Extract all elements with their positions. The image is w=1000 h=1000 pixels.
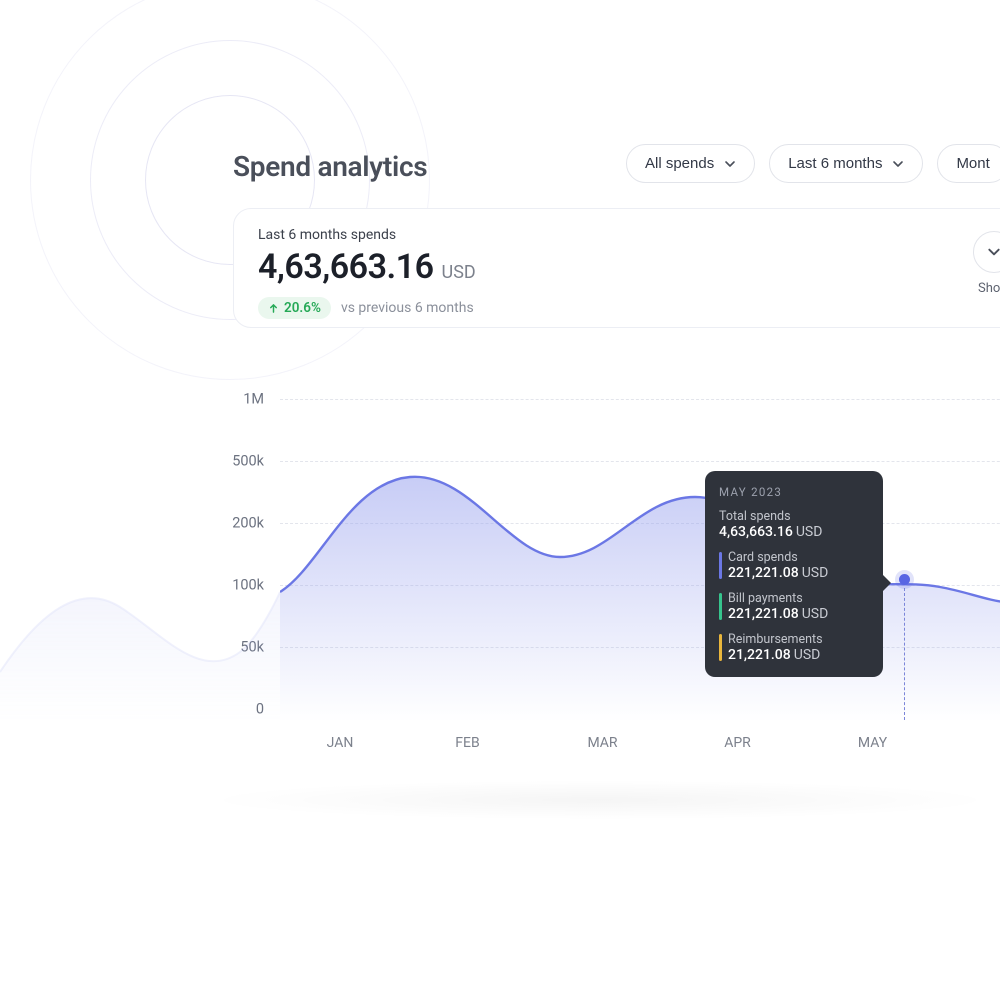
show-toggle-button[interactable]	[973, 231, 1000, 273]
tooltip-row-value: 21,221.08	[728, 647, 791, 663]
arrow-up-icon	[268, 303, 279, 314]
tooltip-total-currency: USD	[796, 524, 823, 540]
filter-range[interactable]: Last 6 months	[769, 144, 923, 183]
tooltip-row-currency: USD	[802, 565, 829, 581]
chart-tooltip: MAY 2023 Total spends 4,63,663.16USD Car…	[705, 471, 883, 677]
tooltip-row-currency: USD	[794, 647, 821, 663]
y-tick: 1M	[243, 391, 268, 408]
y-tick: 200k	[232, 515, 268, 532]
area-series	[280, 382, 1000, 722]
tooltip-row-value: 221,221.08	[728, 606, 799, 622]
tooltip-row-value: 221,221.08	[728, 565, 799, 581]
chevron-down-icon	[724, 158, 736, 170]
x-axis: JAN FEB MAR APR MAY	[280, 735, 1000, 751]
summary-currency: USD	[442, 262, 476, 283]
filter-spends-label: All spends	[645, 155, 714, 172]
hover-point	[899, 574, 910, 585]
tooltip-row-label: Bill payments	[728, 591, 869, 606]
chevron-down-icon	[987, 245, 1000, 259]
summary-card: Last 6 months spends 4,63,663.16 USD 20.…	[233, 208, 1000, 328]
x-tick: MAR	[535, 735, 670, 751]
tooltip-row-label: Reimbursements	[728, 632, 869, 647]
delta-chip: 20.6%	[258, 297, 331, 319]
x-tick: JAN	[280, 735, 400, 751]
filter-spends[interactable]: All spends	[626, 144, 755, 183]
tooltip-row-label: Card spends	[728, 550, 869, 565]
summary-label: Last 6 months spends	[258, 227, 476, 243]
filter-bar: All spends Last 6 months Mont	[626, 144, 1000, 183]
x-tick: FEB	[400, 735, 535, 751]
summary-value: 4,63,663.16	[258, 247, 434, 287]
filter-granularity-label: Mont	[956, 155, 989, 172]
hover-guide-line	[904, 588, 905, 720]
delta-comparison: vs previous 6 months	[341, 300, 474, 316]
filter-granularity[interactable]: Mont	[937, 144, 1000, 183]
tooltip-row-currency: USD	[802, 606, 829, 622]
ghost-area	[0, 552, 280, 722]
page-title: Spend analytics	[233, 150, 427, 183]
y-tick: 500k	[232, 453, 268, 470]
chevron-down-icon	[892, 158, 904, 170]
x-tick: MAY	[805, 735, 940, 751]
bottom-shadow	[200, 780, 1000, 820]
x-tick: APR	[670, 735, 805, 751]
tooltip-total-value: 4,63,663.16	[719, 524, 793, 540]
delta-value: 20.6%	[284, 300, 321, 316]
tooltip-date: MAY 2023	[719, 485, 869, 499]
filter-range-label: Last 6 months	[788, 155, 882, 172]
show-label: Show	[978, 281, 1000, 296]
tooltip-total-label: Total spends	[719, 509, 869, 524]
